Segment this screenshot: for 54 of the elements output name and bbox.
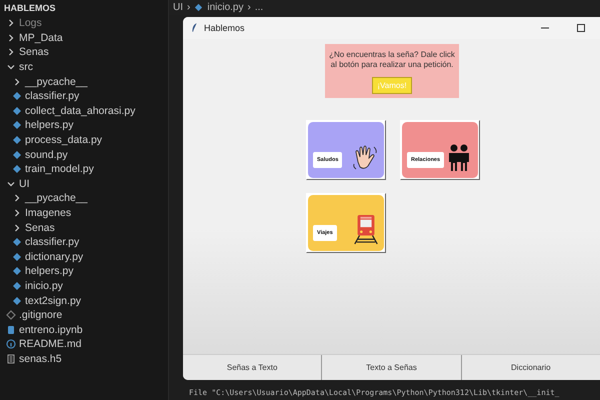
file-tree-item[interactable]: senas.h5 — [19, 352, 62, 365]
file-tree-item[interactable]: process_data.py — [25, 134, 102, 146]
request-message: ¿No encuentras la seña? Dale click al botón para realizar una petición. — [328, 50, 456, 71]
file-tree-item[interactable]: collect_data_ahorasi.py — [25, 104, 136, 117]
file-tree-item[interactable]: text2sign.py — [25, 294, 82, 307]
file-tree-item[interactable]: train_model.py — [25, 163, 94, 176]
python-file-icon — [12, 252, 22, 262]
python-file-icon — [194, 2, 204, 12]
file-icon — [6, 354, 16, 364]
file-tree-item[interactable]: __pycache__ — [25, 192, 88, 204]
file-tree-item[interactable]: entreno.ipynb — [19, 324, 83, 336]
file-tree-item[interactable]: README.md — [19, 338, 82, 350]
python-file-icon — [12, 296, 22, 306]
bottom-tab[interactable]: Señas a Texto — [183, 355, 322, 380]
breadcrumb-separator: › — [247, 2, 251, 13]
train-icon — [352, 212, 380, 245]
bottom-tab[interactable]: Texto a Señas — [322, 355, 462, 380]
file-tree-item[interactable]: Senas — [25, 222, 55, 234]
python-file-icon — [12, 120, 22, 130]
file-tree-item[interactable]: helpers.py — [25, 119, 74, 132]
feather-icon — [191, 22, 198, 34]
explorer-title: HABLEMOS — [3, 2, 56, 15]
file-tree-item[interactable]: .gitignore — [19, 309, 62, 322]
file-tree-item[interactable]: Imagenes — [25, 207, 72, 220]
file-tree-item[interactable]: src — [19, 61, 33, 74]
file-tree-item[interactable]: UI — [19, 178, 30, 190]
file-tree-item[interactable]: dictionary.py — [25, 250, 84, 263]
maximize-icon[interactable] — [576, 22, 586, 33]
breadcrumb-item[interactable]: UI — [173, 2, 183, 13]
python-file-icon — [12, 266, 22, 276]
diamond-icon — [6, 310, 16, 320]
file-tree-item[interactable]: inicio.py — [25, 280, 63, 292]
bottom-tab[interactable]: Diccionario — [462, 355, 600, 380]
breadcrumb-item[interactable]: inicio.py — [207, 2, 244, 13]
python-file-icon — [12, 91, 22, 102]
info-icon — [6, 339, 16, 350]
breadcrumb-separator: › — [187, 2, 190, 13]
file-tree-item[interactable]: MP_Data — [19, 32, 63, 44]
breadcrumb-item[interactable]: ... — [254, 2, 264, 13]
file-tree-item[interactable]: Logs — [19, 17, 42, 30]
python-file-icon — [12, 150, 22, 160]
python-file-icon — [12, 135, 22, 146]
file-tree-item[interactable]: classifier.py — [25, 90, 80, 102]
file-tree-item[interactable]: Senas — [19, 46, 49, 58]
notebook-icon — [6, 324, 16, 335]
python-file-icon — [12, 164, 22, 174]
file-tree-item[interactable]: helpers.py — [25, 265, 74, 278]
python-file-icon — [12, 106, 22, 116]
window-title: Hablemos — [204, 22, 245, 33]
file-tree-item[interactable]: __pycache__ — [25, 76, 88, 88]
file-tree-item[interactable]: classifier.py — [25, 236, 80, 248]
python-file-icon — [12, 280, 22, 291]
file-tree-item[interactable]: sound.py — [25, 148, 68, 161]
python-file-icon — [12, 237, 22, 248]
